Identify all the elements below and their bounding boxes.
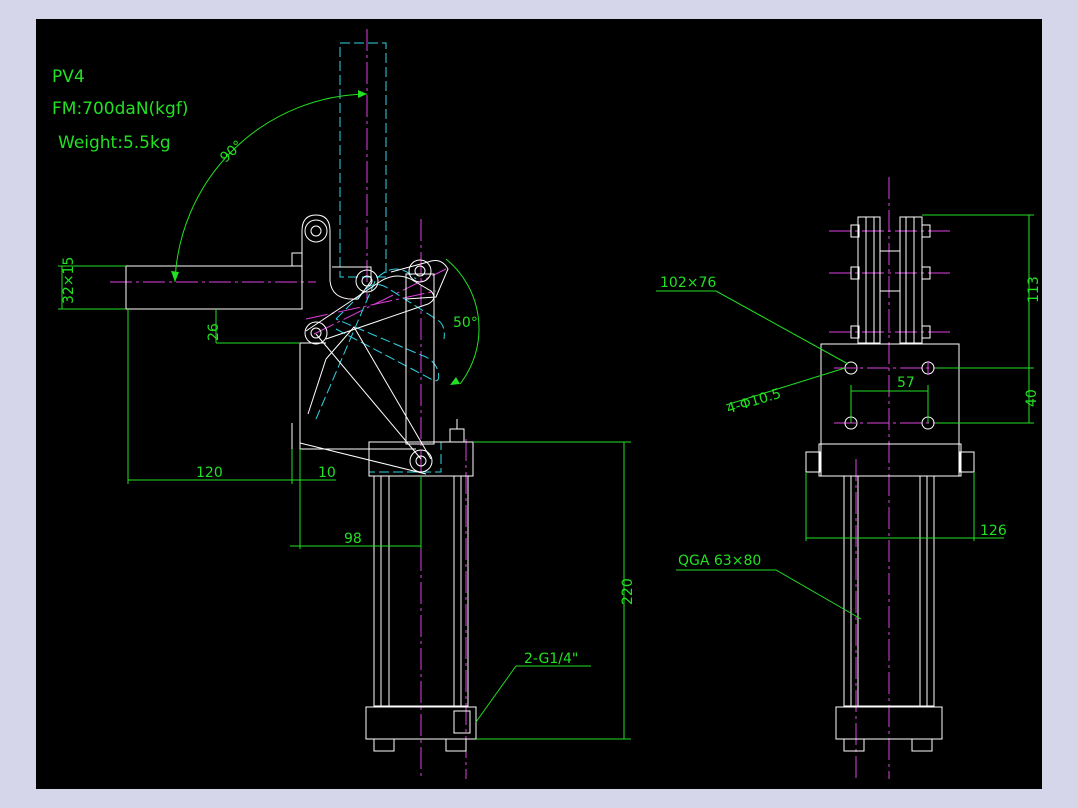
pin-right [408, 259, 432, 283]
front-view: 113 40 57 102×76 4-Φ10.5 126 QGA 63×80 [656, 177, 1042, 779]
note-force: FM:700daN(kgf) [52, 99, 188, 119]
support-column [405, 273, 435, 445]
tie-nut-left [373, 738, 395, 752]
dim-plate: 102×76 [660, 275, 716, 291]
note-model: PV4 [52, 67, 85, 87]
nut-top [449, 428, 465, 443]
drawing-svg: PV4 FM:700daN(kgf) Weight:5.5kg 90° 50° … [52, 29, 1042, 779]
arc-90 [174, 93, 368, 283]
pin-top-inner [310, 225, 322, 237]
leader-cylinder [676, 569, 862, 620]
arrow-90-start [171, 271, 179, 282]
front-link-right [899, 216, 923, 344]
dim-220: 220 [620, 578, 636, 605]
dim-40: 40 [1024, 389, 1040, 407]
front-link-right-inner [905, 216, 915, 344]
note-weight: Weight:5.5kg [58, 133, 171, 153]
cad-drawing-canvas[interactable]: PV4 FM:700daN(kgf) Weight:5.5kg 90° 50° … [36, 19, 1042, 789]
dim-10: 10 [318, 465, 336, 481]
port-fitting [453, 710, 471, 734]
front-link-web [879, 250, 901, 292]
phantom-lever [335, 318, 440, 382]
dim-120: 120 [196, 465, 223, 481]
front-nut-bottom-right [911, 738, 933, 752]
front-link-left [857, 216, 881, 344]
dim-arm-section: 32×15 [61, 257, 77, 304]
phantom-link [335, 283, 445, 340]
leader-plate [656, 290, 849, 365]
front-link-left-inner [865, 216, 875, 344]
centerline-link-2 [313, 268, 447, 335]
dim-26: 26 [206, 323, 222, 341]
leader-port [475, 665, 591, 723]
front-nut-left [805, 451, 821, 473]
phantom-arm-vertical [339, 42, 387, 278]
base-plate [820, 343, 960, 477]
dim-126: 126 [980, 523, 1007, 539]
clamp-arm [125, 265, 303, 310]
triangle-link [325, 326, 432, 460]
pin-top [304, 219, 328, 243]
tie-nut-right [445, 738, 467, 752]
front-piston-block [818, 443, 962, 477]
push-link-2 [307, 358, 327, 415]
dim-angle-50: 50° [453, 315, 478, 331]
arrow-50-end [450, 377, 460, 385]
arrow-90-end [358, 90, 367, 98]
arm-stop [291, 252, 303, 267]
dim-holes: 4-Φ10.5 [725, 386, 783, 418]
dim-port: 2-G1/4" [524, 651, 578, 667]
dim-98: 98 [344, 531, 362, 547]
centerline-link [305, 290, 437, 320]
dim-cylinder: QGA 63×80 [678, 553, 761, 569]
front-nut-right [959, 451, 975, 473]
dim-57: 57 [897, 375, 915, 391]
dim-113: 113 [1026, 276, 1042, 303]
front-nut-bottom-left [843, 738, 865, 752]
